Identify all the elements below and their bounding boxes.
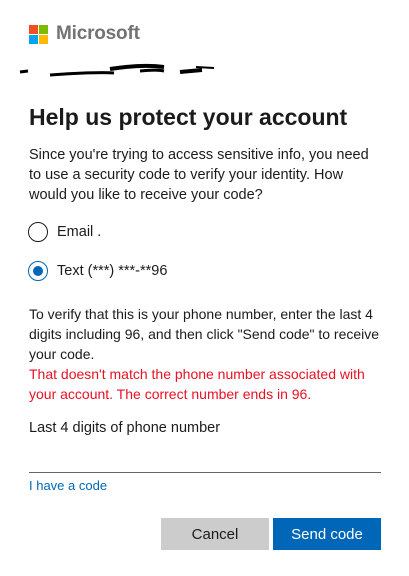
phone-digits-input[interactable]: [29, 446, 381, 473]
send-code-button[interactable]: Send code: [273, 518, 381, 550]
brand-name: Microsoft: [56, 23, 140, 44]
page-title: Help us protect your account: [29, 104, 348, 130]
verify-instructions: To verify that this is your phone number…: [29, 306, 380, 362]
error-message: That doesn't match the phone number asso…: [29, 366, 365, 402]
microsoft-logo: Microsoft: [29, 23, 140, 45]
i-have-a-code-link[interactable]: I have a code: [29, 478, 107, 493]
option-text-label: Text (***) ***-**96: [57, 263, 168, 279]
logo-square-yellow: [39, 34, 48, 44]
logo-square-green: [39, 24, 48, 34]
option-email[interactable]: Email .: [28, 222, 101, 242]
phone-digits-label: Last 4 digits of phone number: [29, 420, 221, 436]
microsoft-logo-icon: [29, 24, 48, 44]
radio-text[interactable]: [28, 261, 48, 281]
logo-square-red: [29, 24, 38, 34]
radio-email[interactable]: [28, 222, 48, 242]
logo-square-blue: [29, 34, 38, 44]
page-description: Since you're trying to access sensitive …: [29, 147, 369, 203]
redacted-account-name: [19, 63, 215, 77]
option-text[interactable]: Text (***) ***-**96: [28, 261, 167, 281]
option-email-label: Email .: [57, 224, 102, 240]
cancel-button[interactable]: Cancel: [161, 518, 269, 550]
